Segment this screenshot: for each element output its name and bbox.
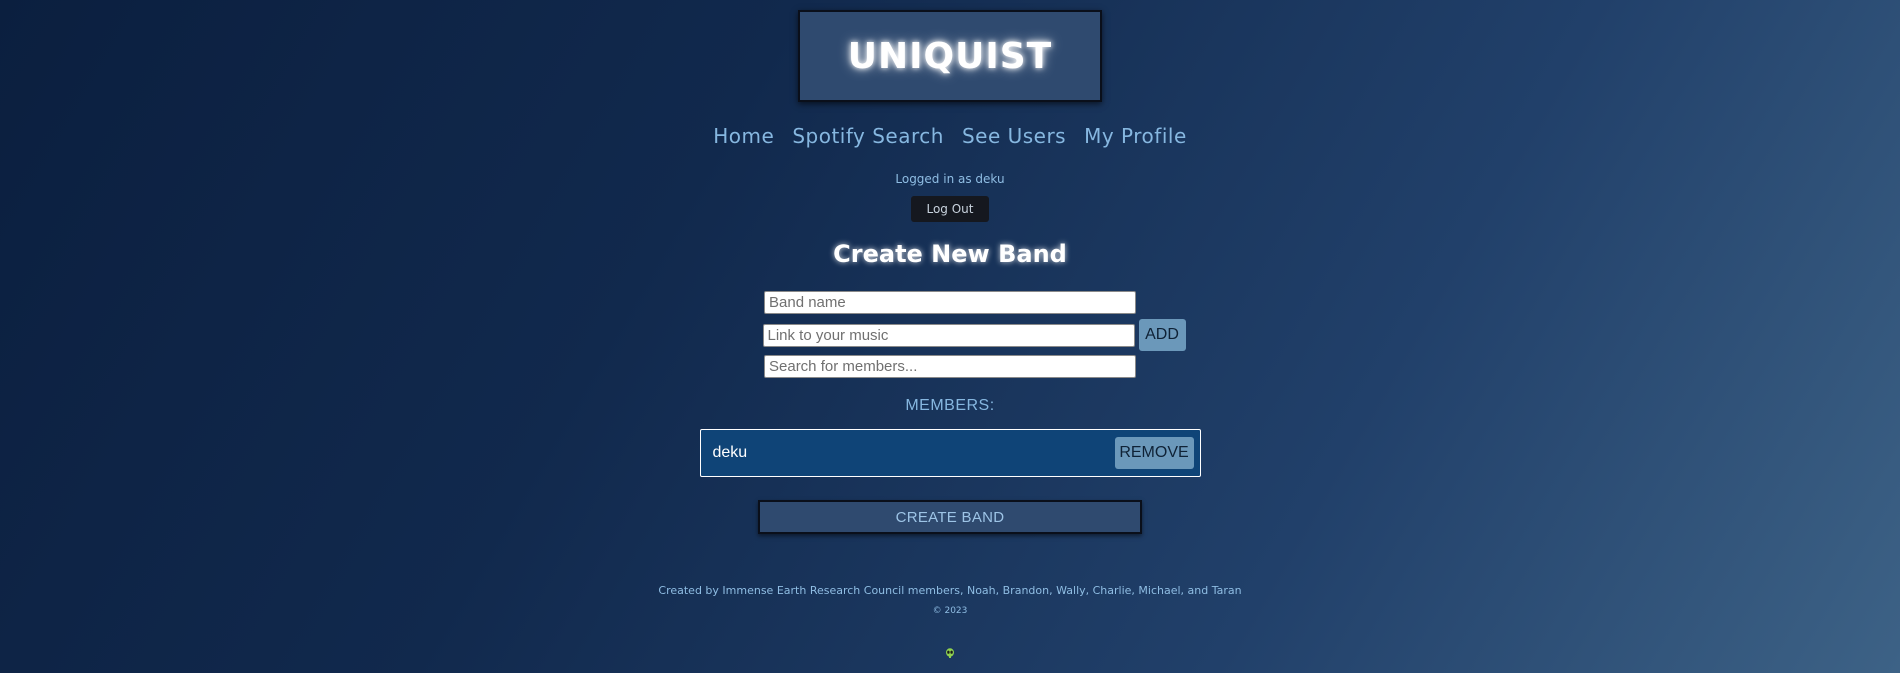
nav-my-profile[interactable]: My Profile (1084, 124, 1187, 148)
footer-credits: Created by Immense Earth Research Counci… (658, 584, 1242, 597)
music-link-group: Link to your music ADD (762, 319, 1186, 351)
remove-member-button[interactable]: REMOVE (1114, 437, 1194, 469)
logo-container: UNIQUIST (0, 10, 1900, 102)
member-search-input[interactable]: Search for members... (764, 355, 1136, 378)
create-band-button[interactable]: CREATE BAND (758, 500, 1142, 534)
footer-copyright: © 2023 (932, 606, 968, 616)
logo-text: UNIQUIST (847, 35, 1053, 77)
member-search-row: Search for members... (0, 355, 1900, 378)
logged-in-status: Logged in as deku (895, 172, 1005, 186)
alien-icon[interactable] (945, 648, 955, 658)
page-title: Create New Band (833, 240, 1067, 268)
site-logo[interactable]: UNIQUIST (798, 10, 1102, 102)
band-name-row: Band name (0, 291, 1900, 314)
nav-spotify-search[interactable]: Spotify Search (792, 124, 944, 148)
member-item: deku REMOVE (699, 429, 1201, 477)
member-list: deku REMOVE (0, 429, 1900, 477)
music-link-row: Link to your music ADD (0, 319, 1900, 351)
nav-see-users[interactable]: See Users (962, 124, 1066, 148)
create-band-container: CREATE BAND (0, 500, 1900, 534)
add-button[interactable]: ADD (1138, 319, 1186, 351)
band-name-input[interactable]: Band name (764, 291, 1136, 314)
logout-button[interactable]: Log Out (911, 196, 989, 222)
member-name: deku (712, 444, 748, 461)
footer-icon-container (0, 648, 1900, 658)
logout-container: Log Out (0, 196, 1900, 222)
music-link-input[interactable]: Link to your music (762, 323, 1135, 347)
nav-home[interactable]: Home (713, 124, 774, 148)
members-label: MEMBERS: (905, 397, 995, 414)
main-nav: Home Spotify Search See Users My Profile (0, 124, 1900, 148)
